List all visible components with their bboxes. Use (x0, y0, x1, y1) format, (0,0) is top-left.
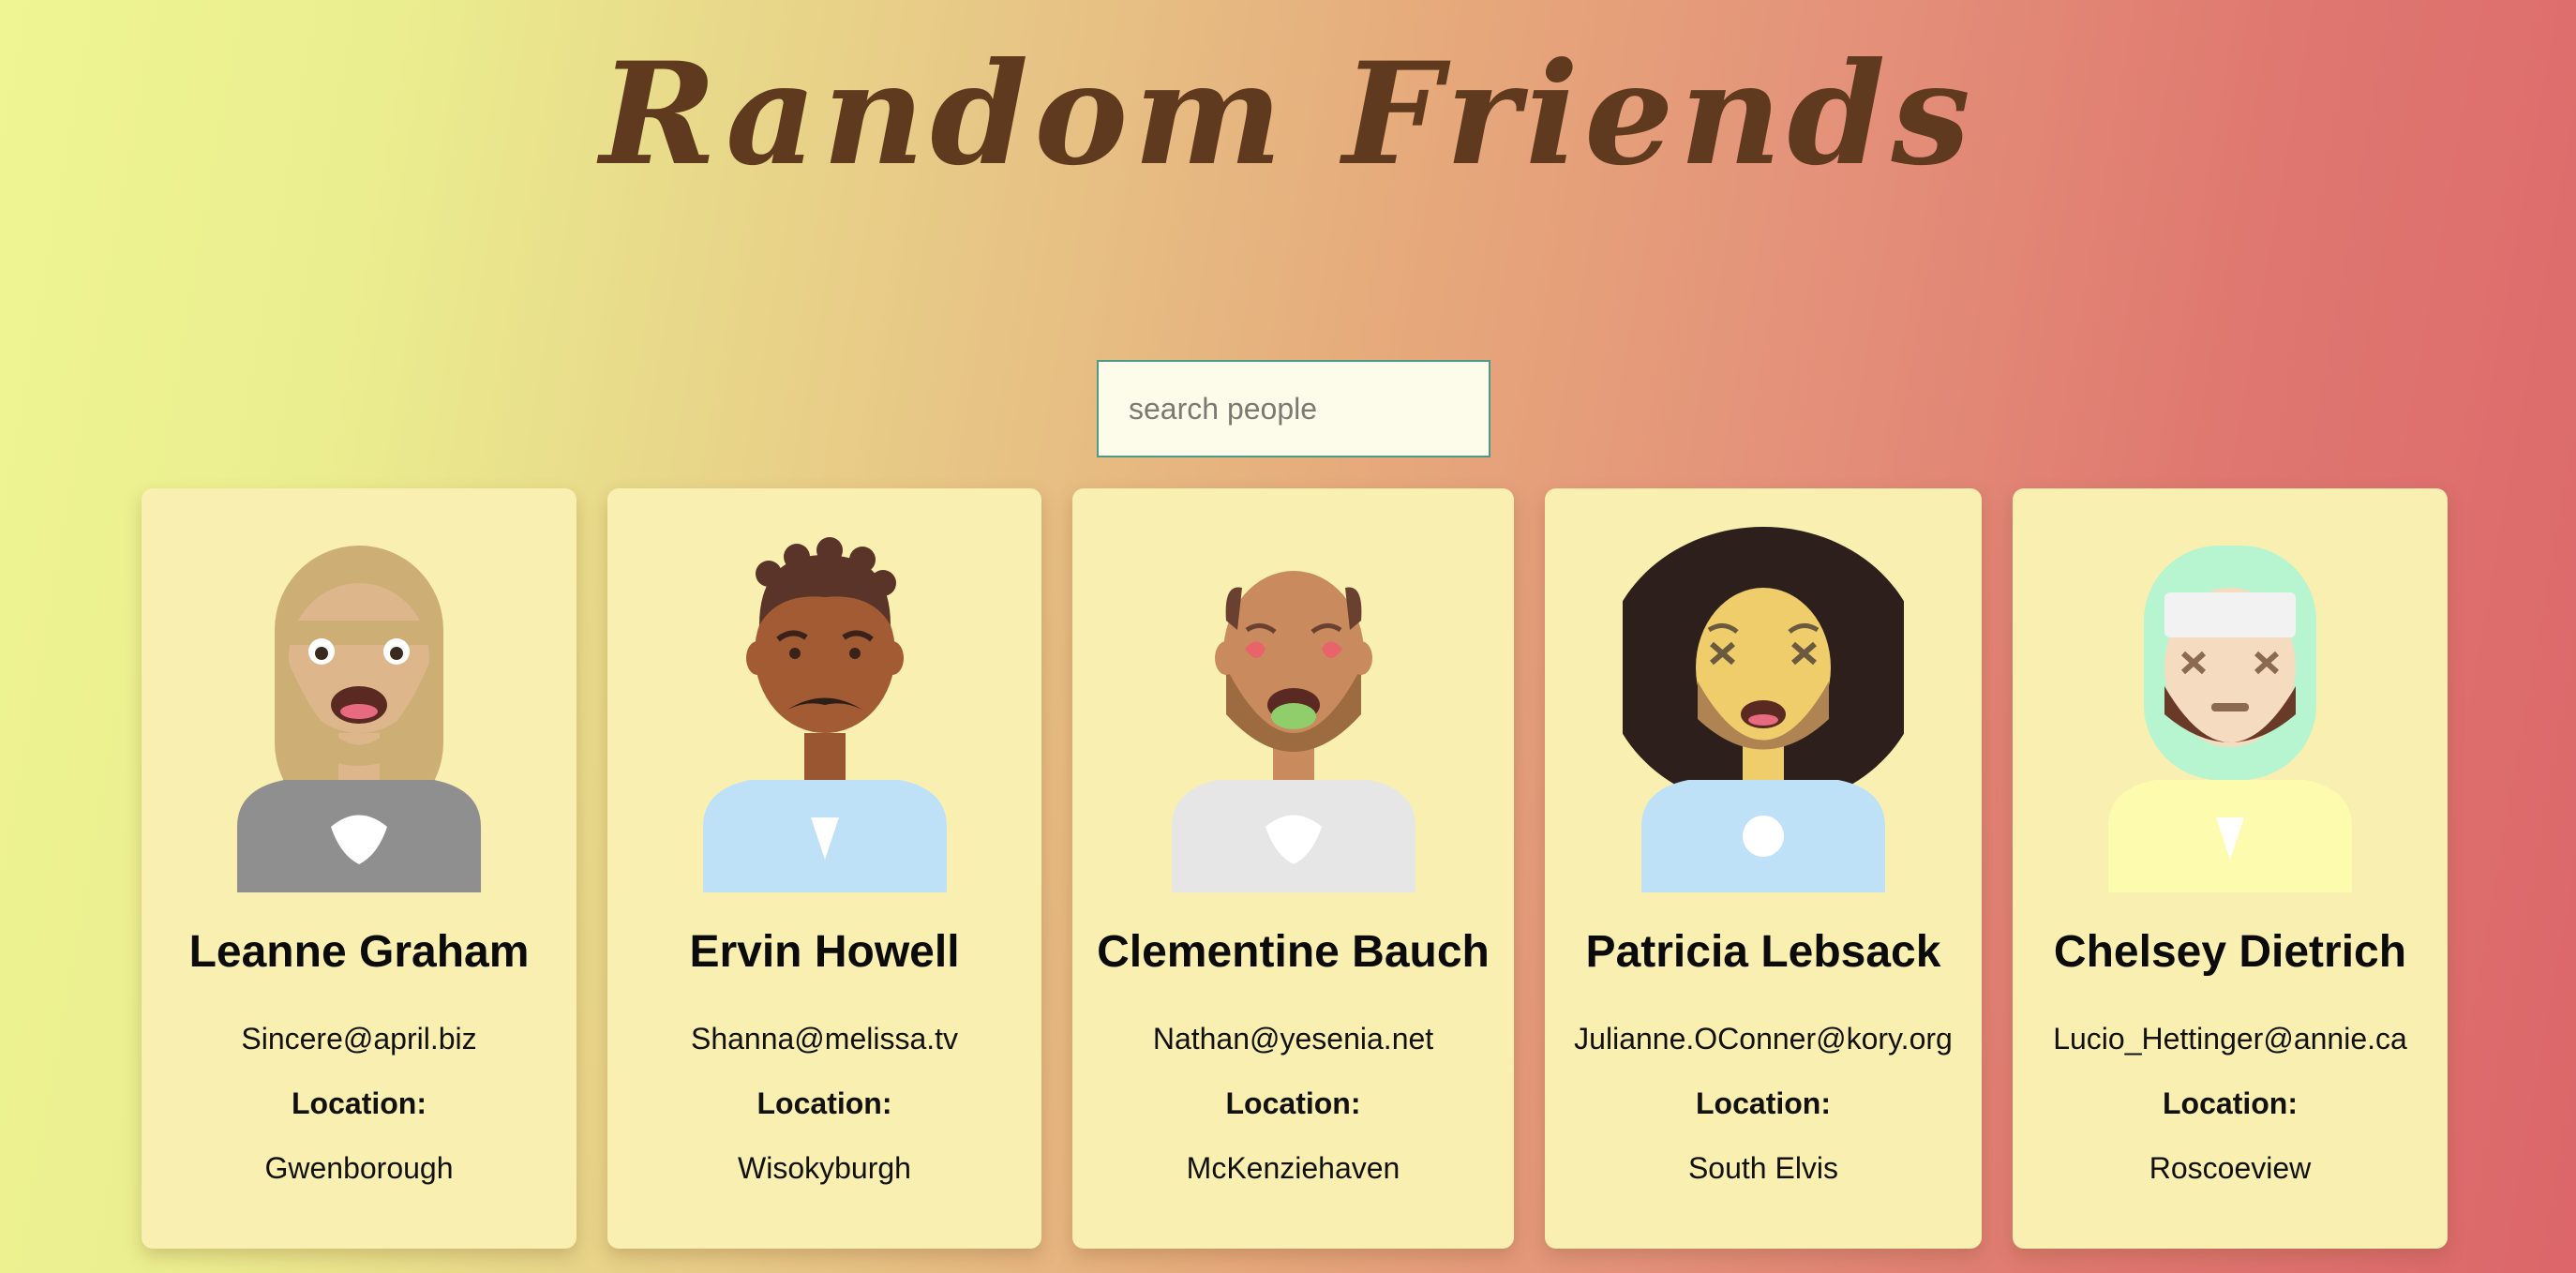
avatar (1171, 571, 1415, 892)
friend-email: Shanna@melissa.tv (690, 1022, 959, 1056)
friend-name: Patricia Lebsack (1585, 927, 1941, 977)
location-label: Location: (2163, 1086, 2298, 1120)
friend-email: Julianne.OConner@kory.org (1574, 1022, 1953, 1056)
friend-name: Chelsey Dietrich (2053, 927, 2407, 977)
search-input[interactable] (1097, 360, 1490, 457)
friend-location: Wisokyburgh (738, 1151, 911, 1185)
friend-email: Lucio_Hettinger@annie.ca (2053, 1022, 2407, 1056)
friend-email: Nathan@yesenia.net (1152, 1022, 1434, 1056)
avatar (702, 537, 947, 892)
friend-name: Clementine Bauch (1097, 927, 1490, 977)
friend-location: Roscoeview (2149, 1151, 2312, 1185)
friend-name: Leanne Graham (188, 927, 530, 977)
avatar (237, 546, 481, 892)
page-title: Random Friends (600, 32, 1976, 197)
friend-location: McKenziehaven (1186, 1151, 1400, 1185)
friend-name: Ervin Howell (689, 927, 960, 977)
friend-email: Sincere@april.biz (241, 1022, 477, 1056)
friend-location: South Elvis (1687, 1151, 1839, 1185)
friend-card[interactable]: Leanne Graham Sincere@april.biz Location… (142, 488, 577, 1249)
location-label: Location: (1696, 1086, 1831, 1120)
friend-card[interactable]: Chelsey Dietrich Lucio_Hettinger@annie.c… (2013, 488, 2448, 1249)
location-label: Location: (1225, 1086, 1361, 1120)
friend-location: Gwenborough (264, 1151, 454, 1185)
avatar (2108, 546, 2352, 892)
location-label: Location: (756, 1086, 892, 1120)
friend-card[interactable]: Patricia Lebsack Julianne.OConner@kory.o… (1545, 488, 1982, 1249)
location-label: Location: (292, 1086, 427, 1120)
friend-card[interactable]: Ervin Howell Shanna@melissa.tv Location:… (607, 488, 1041, 1249)
avatar (1623, 527, 1904, 892)
friend-card[interactable]: Clementine Bauch Nathan@yesenia.net Loca… (1072, 488, 1514, 1249)
